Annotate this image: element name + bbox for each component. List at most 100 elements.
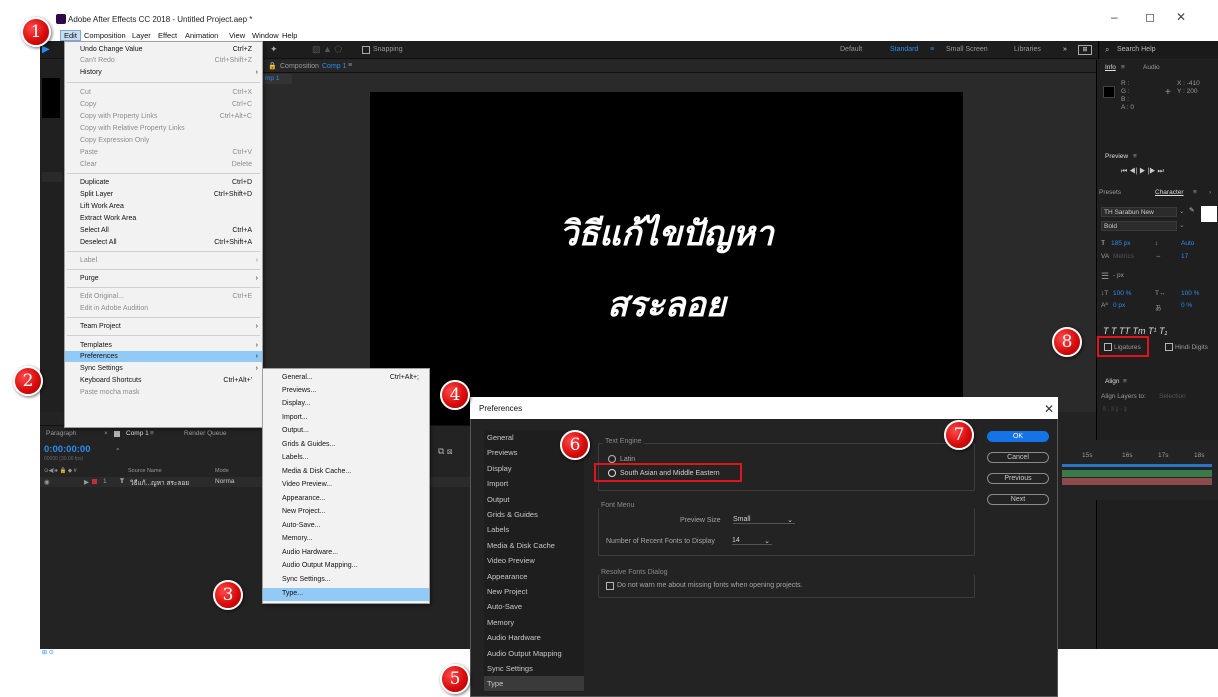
font-dropdown-icon[interactable]: ⌄ <box>1179 207 1184 215</box>
menu-item-purge[interactable]: Purge › <box>65 273 262 284</box>
restore-button[interactable]: ◻ <box>1145 10 1155 24</box>
menu-item-copy-property-links[interactable]: Copy with Property Links Ctrl+Alt+C <box>65 111 262 122</box>
align-tab[interactable]: Align <box>1105 378 1119 385</box>
sidebar-item-grids-guides[interactable]: Grids & Guides <box>484 507 584 522</box>
sidebar-item-audio-output-mapping[interactable]: Audio Output Mapping <box>484 646 584 661</box>
text-style-buttons-icon[interactable]: T T TT Tт T¹ T₁ <box>1103 326 1167 336</box>
tracking-value[interactable]: 17 <box>1181 253 1188 260</box>
ok-button[interactable]: OK <box>987 431 1049 442</box>
next-button[interactable]: Next <box>987 494 1049 505</box>
menu-window[interactable]: Window <box>249 30 282 41</box>
menu-item-lift-work-area[interactable]: Lift Work Area <box>65 201 262 212</box>
menu-item-sync-settings[interactable]: Sync Settings › <box>65 363 262 374</box>
sidebar-item-auto-save[interactable]: Auto-Save <box>484 599 584 614</box>
hindi-digits-checkbox[interactable] <box>1165 343 1173 351</box>
visibility-icon[interactable]: ◉ <box>44 478 50 486</box>
menu-edit[interactable]: Edit <box>60 30 81 41</box>
layer-bar-green[interactable] <box>1062 470 1212 477</box>
menu-item-duplicate[interactable]: Duplicate Ctrl+D <box>65 177 262 188</box>
font-style-select[interactable]: Bold <box>1101 221 1177 231</box>
character-menu-icon[interactable]: ≡ <box>1193 189 1197 196</box>
pref-item-sync-settings[interactable]: Sync Settings... <box>263 574 429 585</box>
workspace-small-screen[interactable]: Small Screen <box>946 46 988 53</box>
playback-controls-icon[interactable]: ⏮ ◀| ▶ |▶ ⏭ <box>1121 168 1164 176</box>
pref-item-audio-output-mapping[interactable]: Audio Output Mapping... <box>263 560 429 571</box>
sidebar-item-appearance[interactable]: Appearance <box>484 569 584 584</box>
workspace-standard[interactable]: Standard <box>890 46 918 53</box>
menu-item-edit-original[interactable]: Edit Original... Ctrl+E <box>65 291 262 302</box>
previous-button[interactable]: Previous <box>987 473 1049 484</box>
menu-effect[interactable]: Effect <box>155 30 180 41</box>
eyedropper-icon[interactable]: ✎ <box>1189 206 1194 214</box>
project-search-icon[interactable] <box>42 172 62 182</box>
menu-item-keyboard-shortcuts[interactable]: Keyboard Shortcuts Ctrl+Alt+' <box>65 375 262 386</box>
menu-item-clear[interactable]: Clear Delete <box>65 159 262 170</box>
menu-help[interactable]: Help <box>279 30 300 41</box>
audio-tab[interactable]: Audio <box>1143 64 1160 71</box>
menu-item-history[interactable]: History › <box>65 67 262 78</box>
close-button[interactable]: ✕ <box>1176 10 1186 24</box>
preview-tab[interactable]: Preview <box>1105 153 1128 160</box>
menu-item-paste-mocha-mask[interactable]: Paste mocha mask <box>65 387 262 398</box>
search-input[interactable]: Search Help <box>1117 46 1156 53</box>
pref-item-memory[interactable]: Memory... <box>263 533 429 544</box>
tsume-value[interactable]: 0 % <box>1181 302 1192 309</box>
missing-fonts-checkbox[interactable] <box>606 582 614 590</box>
layer-name[interactable]: วิธีแก้...ญหา สระลอย <box>130 478 189 488</box>
sidebar-item-media-disk-cache[interactable]: Media & Disk Cache <box>484 538 584 553</box>
presets-tab[interactable]: Presets <box>1099 189 1121 196</box>
menu-item-edit-in-audition[interactable]: Edit in Adobe Audition <box>65 303 262 314</box>
work-area-bar[interactable] <box>1062 464 1212 467</box>
menu-layer[interactable]: Layer <box>129 30 154 41</box>
menu-item-extract-work-area[interactable]: Extract Work Area <box>65 213 262 224</box>
menu-item-preferences[interactable]: Preferences › <box>65 351 262 362</box>
kerning-value[interactable]: Metrics <box>1113 253 1134 260</box>
menu-item-copy-expression[interactable]: Copy Expression Only <box>65 135 262 146</box>
sidebar-item-audio-hardware[interactable]: Audio Hardware <box>484 630 584 645</box>
pref-item-video-preview[interactable]: Video Preview... <box>263 479 429 490</box>
timeline-tools-icon[interactable]: ⧉ ⊠ <box>438 446 458 456</box>
pref-item-general[interactable]: General... Ctrl+Alt+; <box>263 372 429 383</box>
sidebar-item-type[interactable]: Type <box>484 676 584 691</box>
workspace-menu-icon[interactable]: ≡ <box>930 46 934 53</box>
sidebar-item-labels[interactable]: Labels <box>484 522 584 537</box>
menu-animation[interactable]: Animation <box>182 30 221 41</box>
pin-tool-icon[interactable]: ✦ <box>270 44 278 55</box>
menu-item-select-all[interactable]: Select All Ctrl+A <box>65 225 262 236</box>
baseline-shift-value[interactable]: 0 px <box>1113 302 1125 309</box>
comp-timeline-tab[interactable]: Comp 1 <box>126 430 149 437</box>
pref-item-media-disk-cache[interactable]: Media & Disk Cache... <box>263 466 429 477</box>
workspace-libraries[interactable]: Libraries <box>1014 46 1041 53</box>
menu-item-paste[interactable]: Paste Ctrl+V <box>65 147 262 158</box>
info-menu-icon[interactable]: ≡ <box>1121 64 1125 71</box>
menu-composition[interactable]: Composition <box>81 30 129 41</box>
menu-view[interactable]: View <box>226 30 248 41</box>
info-tab[interactable]: Info <box>1105 64 1116 71</box>
pref-item-previews[interactable]: Previews... <box>263 385 429 396</box>
snapping-checkbox[interactable] <box>362 46 370 54</box>
sidebar-item-video-preview[interactable]: Video Preview <box>484 553 584 568</box>
menu-item-cut[interactable]: Cut Ctrl+X <box>65 87 262 98</box>
latin-radio[interactable] <box>608 455 616 463</box>
menu-item-label[interactable]: Label › <box>65 255 262 266</box>
comp-tab-menu-icon[interactable]: ≡ <box>348 62 352 69</box>
timeline-close-icon[interactable]: × <box>104 430 108 437</box>
sidebar-item-import[interactable]: Import <box>484 476 584 491</box>
composition-tab[interactable]: 🔒 Composition Comp 1 ≡ <box>262 60 1096 73</box>
character-tab[interactable]: Character <box>1155 189 1184 196</box>
layer-mode[interactable]: Norma <box>215 478 235 485</box>
layer-label-color[interactable] <box>92 479 97 484</box>
menu-item-deselect-all[interactable]: Deselect All Ctrl+Shift+A <box>65 237 262 248</box>
style-dropdown-icon[interactable]: ⌄ <box>1179 221 1184 229</box>
layer-bar-red[interactable] <box>1062 478 1212 485</box>
comp-sub-tab[interactable]: mp 1 <box>262 74 292 84</box>
composition-canvas[interactable]: วิธีแก้ไขปัญหา สระลอย <box>370 92 963 425</box>
timeline-menu-icon[interactable]: ≡ <box>150 430 154 437</box>
cancel-button[interactable]: Cancel <box>987 452 1049 463</box>
sidebar-item-output[interactable]: Output <box>484 492 584 507</box>
menu-item-templates[interactable]: Templates › <box>65 340 262 351</box>
pref-item-display[interactable]: Display... <box>263 398 429 409</box>
font-size-value[interactable]: 185 px <box>1111 240 1131 247</box>
paragraph-tab[interactable]: Paragraph <box>46 430 76 437</box>
minimize-button[interactable]: – <box>1111 10 1118 24</box>
